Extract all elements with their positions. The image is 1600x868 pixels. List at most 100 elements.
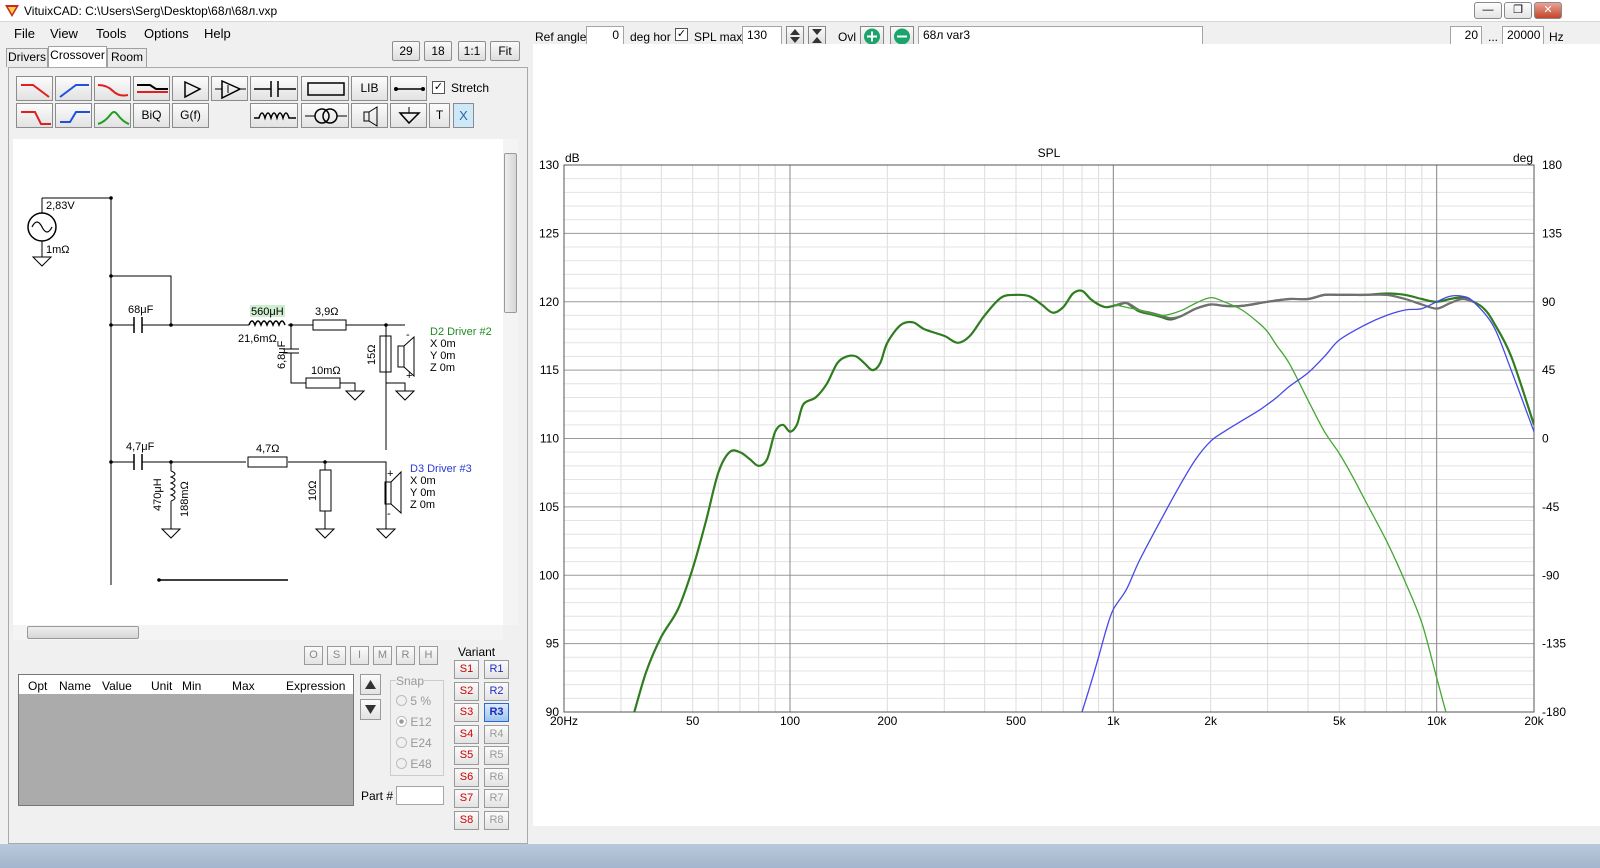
schematic-canvas[interactable]: 2,83V 1mΩ 68μF 560μH 21,6mΩ 3,9Ω 6,8μF 1… [13,139,503,625]
series-line-1 [633,289,1534,712]
menu-options[interactable]: Options [144,26,189,41]
wire-icon [394,87,425,91]
transformer-tool[interactable] [301,103,349,128]
variant-s5-button[interactable]: S5 [454,746,479,765]
zoom-fit-button[interactable]: Fit [490,41,520,61]
opt-m-button[interactable]: M [373,646,392,665]
variant-r4-button[interactable]: R4 [484,725,509,744]
y-tick-label: 115 [540,363,559,377]
snap-e24-option[interactable]: E24 [396,736,432,750]
snap-e48-option[interactable]: E48 [396,757,432,771]
snap-5-option[interactable]: 5 % [396,694,431,708]
snap-e12-option[interactable]: E12 [396,715,432,729]
col-min[interactable]: Min [182,679,201,693]
shelf-tool[interactable] [133,76,170,101]
opt-o-button[interactable]: O [304,646,323,665]
part-number-input[interactable] [396,786,444,805]
ovl-label: Ovl [838,30,856,44]
variant-r5-button[interactable]: R5 [484,746,509,765]
notch-red-tool[interactable] [94,76,131,101]
zoom-29-button[interactable]: 29 [392,41,420,61]
menu-file[interactable]: File [14,26,35,41]
spl-max-checkbox[interactable]: ✓ [675,28,688,41]
transformer-icon [305,108,347,124]
col-unit[interactable]: Unit [151,679,172,693]
tab-room[interactable]: Room [107,48,147,67]
ref-angle-input[interactable]: 0 [586,26,624,45]
variant-s7-button[interactable]: S7 [454,789,479,808]
opamp-icon [215,79,246,100]
stretch-checkbox[interactable]: ✓ [432,81,445,94]
schematic-vertical-scrollbar[interactable] [503,139,518,625]
freq-min-input[interactable]: 20 [1450,26,1482,45]
x-tick-label: 10k [1427,714,1447,728]
resistor-tool[interactable] [301,76,349,101]
tab-drivers[interactable]: Drivers [6,48,48,67]
highpass-2nd-tool[interactable] [55,103,92,128]
variant-s2-button[interactable]: S2 [454,682,479,701]
col-max[interactable]: Max [232,679,255,693]
r3-value: 15Ω [366,345,378,365]
variant-s3-button[interactable]: S3 [454,703,479,722]
parameter-table[interactable]: Opt Name Value Unit Min Max Expression [18,674,354,806]
library-button[interactable]: LIB [351,76,388,101]
biquad-button[interactable]: BiQ [133,103,170,128]
lowpass-2nd-tool[interactable] [16,103,53,128]
variant-s1-button[interactable]: S1 [454,660,479,679]
opt-r-button[interactable]: R [396,646,415,665]
opt-s-button[interactable]: S [327,646,346,665]
freq-max-input[interactable]: 20000 [1502,26,1544,45]
text-tool[interactable]: T [429,103,450,128]
menu-tools[interactable]: Tools [96,26,126,41]
variant-s6-button[interactable]: S6 [454,768,479,787]
zoom-1-1-button[interactable]: 1:1 [458,41,486,61]
spl-reset-button[interactable] [808,26,826,46]
schematic-horizontal-scrollbar[interactable] [13,625,503,640]
highpass-1st-tool[interactable] [55,76,92,101]
spl-chart-panel[interactable]: 20Hz 50 100 200 500 1k 2k 5k 10k 20k 90 95 100 105 110… [533,44,1600,826]
restore-button[interactable]: ❐ [1504,2,1532,19]
spl-updown-button[interactable] [786,26,804,46]
bandpass-tool[interactable] [94,103,131,128]
opt-h-button[interactable]: H [419,646,438,665]
col-name[interactable]: Name [59,679,91,693]
col-opt[interactable]: Opt [28,679,47,693]
col-value[interactable]: Value [102,679,132,693]
capacitor-tool[interactable] [250,76,298,101]
buffer-tool[interactable] [172,76,209,101]
variant-r6-button[interactable]: R6 [484,768,509,787]
x-tick-label: 50 [686,714,700,728]
variant-r1-button[interactable]: R1 [484,660,509,679]
lowpass-1st-tool[interactable] [16,76,53,101]
menu-help[interactable]: Help [204,26,231,41]
ground-tool[interactable] [390,103,427,128]
y2-tick-label: -180 [1542,705,1566,719]
opt-i-button[interactable]: I [350,646,369,665]
overlay-name-input[interactable]: 68л var3 [918,26,1203,45]
move-down-button[interactable] [360,699,381,720]
y2-tick-label: 90 [1542,295,1556,309]
x-tick-label: 5k [1333,714,1347,728]
zoom-18-button[interactable]: 18 [424,41,452,61]
driver-tool[interactable] [351,103,388,128]
variant-r2-button[interactable]: R2 [484,682,509,701]
move-up-button[interactable] [360,674,381,695]
wire-tool[interactable] [390,76,427,101]
variant-r7-button[interactable]: R7 [484,789,509,808]
variant-r3-button[interactable]: R3 [484,703,509,722]
delete-tool[interactable]: X [453,103,474,128]
close-window-button[interactable]: ✕ [1534,2,1562,19]
source-resistance: 1mΩ [46,244,70,256]
tab-crossover[interactable]: Crossover [48,46,107,68]
gf-button[interactable]: G(f) [172,103,209,128]
menu-view[interactable]: View [50,26,78,41]
col-expression[interactable]: Expression [286,679,345,693]
shelf-icon [137,84,168,93]
variant-r8-button[interactable]: R8 [484,811,509,830]
spl-max-input[interactable]: 130 [742,26,782,45]
variant-s4-button[interactable]: S4 [454,725,479,744]
inductor-tool[interactable] [250,103,298,128]
minimize-button[interactable]: — [1474,2,1502,19]
opamp-tool[interactable] [211,76,248,101]
variant-s8-button[interactable]: S8 [454,811,479,830]
